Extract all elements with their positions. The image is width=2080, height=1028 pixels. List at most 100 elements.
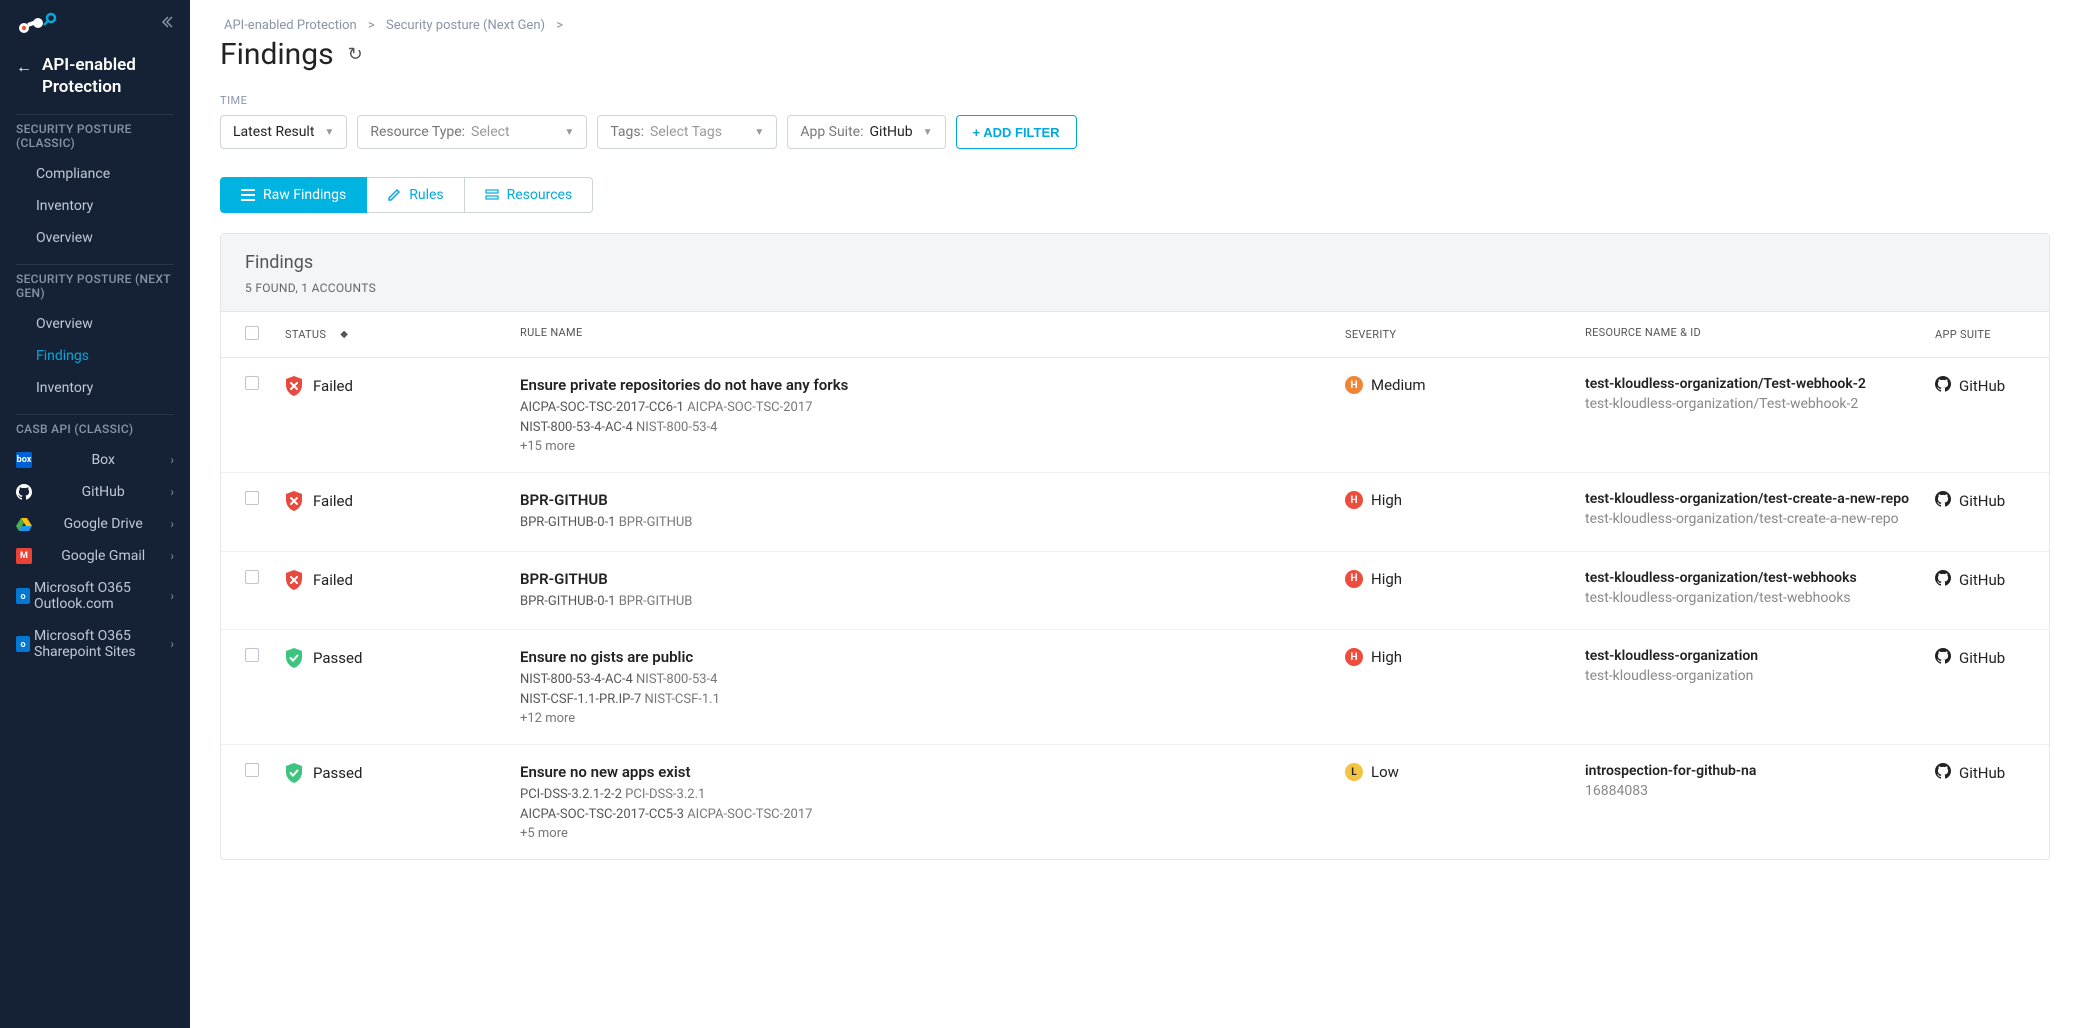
github-icon	[1935, 376, 1951, 396]
nav-section-label: SECURITY POSTURE (CLASSIC)	[0, 104, 190, 158]
severity-badge-icon: H	[1345, 648, 1363, 666]
resource-id: test-kloudless-organization/test-webhook…	[1585, 590, 1935, 606]
filter-latest-result[interactable]: Latest Result ▼	[220, 115, 347, 149]
rule-more-link[interactable]: +5 more	[520, 826, 1325, 841]
filter-resource-type[interactable]: Resource Type: Select ▼	[357, 115, 587, 149]
svg-text:o: o	[20, 640, 25, 650]
shield-failed-icon	[285, 491, 303, 511]
resource-name: test-kloudless-organization	[1585, 648, 1935, 664]
nav-gdrive[interactable]: Google Drive›	[0, 508, 190, 540]
nav-item-label: GitHub	[82, 484, 125, 500]
refresh-icon[interactable]: ↻	[348, 44, 363, 65]
row-checkbox[interactable]	[245, 763, 259, 777]
filter-tags[interactable]: Tags: Select Tags ▼	[597, 115, 777, 149]
shield-passed-icon	[285, 763, 303, 783]
add-filter-button[interactable]: + ADD FILTER	[956, 115, 1077, 149]
github-icon	[16, 484, 32, 500]
page-title: Findings	[220, 37, 334, 72]
list-icon	[241, 188, 255, 202]
tab-raw-findings[interactable]: Raw Findings	[220, 177, 367, 213]
resource-name: test-kloudless-organization/Test-webhook…	[1585, 376, 1935, 392]
filter-app-suite[interactable]: App Suite: GitHub ▼	[787, 115, 945, 149]
severity-text: Medium	[1371, 376, 1426, 394]
shield-failed-icon	[285, 376, 303, 396]
row-checkbox[interactable]	[245, 376, 259, 390]
row-checkbox[interactable]	[245, 570, 259, 584]
select-all-checkbox[interactable]	[245, 326, 259, 340]
tab-resources[interactable]: Resources	[465, 177, 594, 213]
shield-failed-icon	[285, 570, 303, 590]
nav-github[interactable]: GitHub ›	[0, 476, 190, 508]
github-icon	[1935, 763, 1951, 783]
table-row[interactable]: Failed Ensure private repositories do not…	[221, 358, 2049, 473]
severity-badge-icon: H	[1345, 491, 1363, 509]
chevron-right-icon: ›	[170, 549, 174, 563]
rule-compliance-tags: PCI-DSS-3.2.1-2-2 PCI-DSS-3.2.1AICPA-SOC…	[520, 785, 1325, 824]
breadcrumb-item[interactable]: Security posture (Next Gen)	[386, 18, 545, 33]
back-arrow-icon[interactable]: ←	[16, 57, 32, 77]
nav-item-label: Google Gmail	[61, 548, 145, 564]
nav-gmail[interactable]: MGoogle Gmail›	[0, 540, 190, 572]
col-rule-header[interactable]: RULE NAME	[520, 326, 583, 339]
nav-inventory-ng[interactable]: Inventory	[0, 372, 190, 404]
tab-label: Resources	[507, 187, 573, 203]
ms-icon: o	[16, 636, 30, 652]
nav-item-label: Google Drive	[64, 516, 143, 532]
table-row[interactable]: PassedEnsure no new apps existPCI-DSS-3.…	[221, 745, 2049, 859]
table-row[interactable]: FailedBPR-GITHUBBPR-GITHUB-0-1 BPR-GITHU…	[221, 552, 2049, 631]
severity-badge-icon: H	[1345, 570, 1363, 588]
tab-rules[interactable]: Rules	[367, 177, 464, 213]
app-suite-text: GitHub	[1959, 377, 2005, 395]
table-row[interactable]: FailedBPR-GITHUBBPR-GITHUB-0-1 BPR-GITHU…	[221, 473, 2049, 552]
chevron-right-icon: ›	[170, 485, 174, 499]
status-text: Failed	[313, 492, 353, 510]
app-suite-text: GitHub	[1959, 571, 2005, 589]
nav-overview-classic[interactable]: Overview	[0, 222, 190, 254]
nav-section-label: SECURITY POSTURE (NEXT GEN)	[0, 254, 190, 308]
findings-panel: Findings 5 FOUND, 1 ACCOUNTS STATUS◆ RUL…	[220, 233, 2050, 860]
nav-item-label: Inventory	[36, 198, 93, 214]
col-status-header[interactable]: STATUS	[285, 328, 326, 341]
drive-icon	[16, 516, 32, 532]
table-row[interactable]: PassedEnsure no gists are publicNIST-800…	[221, 630, 2049, 745]
nav-compliance[interactable]: Compliance	[0, 158, 190, 190]
chevron-right-icon: ›	[170, 453, 174, 467]
breadcrumb: API-enabled Protection > Security postur…	[220, 18, 2050, 33]
col-appsuite-header[interactable]: APP SUITE	[1935, 328, 1991, 341]
resource-name: introspection-for-github-na	[1585, 763, 1935, 779]
table-header: STATUS◆ RULE NAME SEVERITY RESOURCE NAME…	[221, 312, 2049, 358]
status-text: Passed	[313, 764, 362, 782]
chevron-right-icon: ›	[170, 637, 174, 651]
nav-inventory-classic[interactable]: Inventory	[0, 190, 190, 222]
shield-passed-icon	[285, 648, 303, 668]
nav-item-label: Box	[91, 452, 115, 468]
col-resource-header[interactable]: RESOURCE NAME & ID	[1585, 326, 1701, 339]
status-text: Failed	[313, 571, 353, 589]
nav-item-label: Microsoft O365 Outlook.com	[34, 580, 170, 612]
sidebar-collapse-button[interactable]	[160, 15, 174, 33]
rule-name: Ensure private repositories do not have …	[520, 376, 1325, 394]
chevron-down-icon: ▼	[564, 127, 574, 138]
github-icon	[1935, 648, 1951, 668]
nav-findings[interactable]: Findings	[0, 340, 190, 372]
breadcrumb-item[interactable]: API-enabled Protection	[224, 18, 357, 33]
severity-badge-icon: L	[1345, 763, 1363, 781]
row-checkbox[interactable]	[245, 491, 259, 505]
row-checkbox[interactable]	[245, 648, 259, 662]
resource-name: test-kloudless-organization/test-create-…	[1585, 491, 1935, 507]
nav-ms-sharepoint[interactable]: oMicrosoft O365 Sharepoint Sites›	[0, 620, 190, 668]
col-severity-header[interactable]: SEVERITY	[1345, 328, 1396, 341]
rule-more-link[interactable]: +12 more	[520, 711, 1325, 726]
rule-more-link[interactable]: +15 more	[520, 439, 1325, 454]
rule-compliance-tags: BPR-GITHUB-0-1 BPR-GITHUB	[520, 592, 1325, 612]
nav-ms-outlook[interactable]: oMicrosoft O365 Outlook.com›	[0, 572, 190, 620]
severity-text: High	[1371, 648, 1402, 666]
sidebar-title: API-enabled Protection	[42, 54, 174, 98]
logo[interactable]	[16, 12, 62, 36]
status-text: Failed	[313, 377, 353, 395]
severity-badge-icon: H	[1345, 376, 1363, 394]
rule-name: Ensure no gists are public	[520, 648, 1325, 666]
chevron-down-icon: ▼	[754, 127, 764, 138]
nav-box[interactable]: boxBox›	[0, 444, 190, 476]
nav-overview-ng[interactable]: Overview	[0, 308, 190, 340]
